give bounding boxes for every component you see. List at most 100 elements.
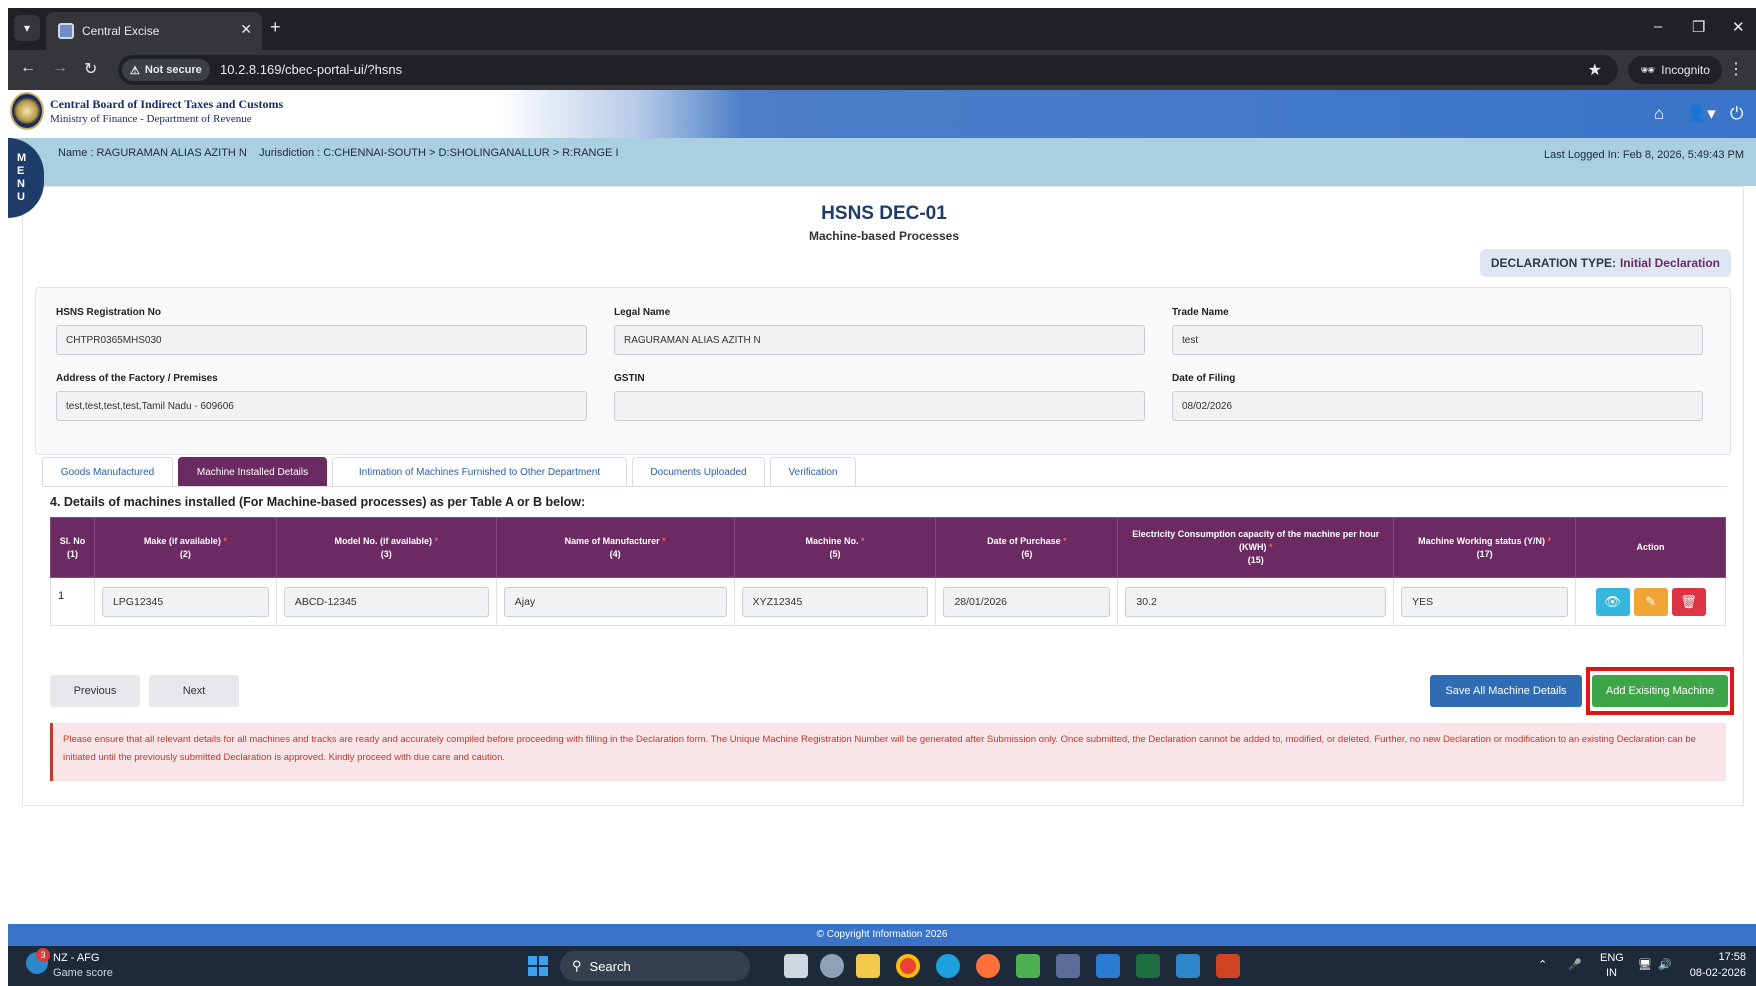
tab-search-icon[interactable]: ▾ <box>14 15 40 41</box>
cell-date-of-purchase: 28/01/2026 <box>935 577 1119 626</box>
col-header-label: Date of Purchase <box>987 535 1061 546</box>
view-eye-icon[interactable]: 👁 <box>1595 587 1630 616</box>
incognito-indicator[interactable]: 🕶 Incognito <box>1628 56 1722 84</box>
notification-badge: 3 <box>36 948 50 962</box>
user-info-bar: Name : RAGURAMAN ALIAS AZITH N Jurisdict… <box>8 138 1756 186</box>
col-header-machine-no: Machine No. * (5) <box>733 517 937 578</box>
tab-documents-uploaded[interactable]: Documents Uploaded <box>632 457 765 487</box>
last-logged-in: Last Logged In: Feb 8, 2026, 5:49:43 PM <box>1544 149 1744 161</box>
window-close-icon[interactable]: ✕ <box>1732 18 1745 36</box>
gstin-label: GSTIN <box>614 373 645 384</box>
col-header-label: Name of Manufacturer <box>564 535 660 546</box>
highlight-box: Add Exisiting Machine <box>1586 667 1734 715</box>
taskbar-time[interactable]: 17:58 <box>1718 951 1746 963</box>
address-field[interactable]: test,test,test,test,Tamil Nadu - 609606 <box>56 391 587 421</box>
col-header-electricity-kwh: Electricity Consumption capacity of the … <box>1117 517 1395 578</box>
firefox-icon[interactable] <box>976 954 1000 978</box>
menu-letter: E <box>17 165 25 177</box>
windows-taskbar: 3 NZ - AFG Game score ⚲ Search ⌃ 🎤 ENG IN… <box>8 946 1756 986</box>
taskbar-search[interactable]: ⚲ Search <box>560 951 750 981</box>
col-header-num: (6) <box>1021 548 1033 559</box>
forward-icon[interactable]: → <box>52 59 68 77</box>
powerpoint-icon[interactable] <box>1216 954 1240 978</box>
delete-trash-icon[interactable]: 🗑 <box>1671 587 1706 616</box>
app-icon-2[interactable] <box>1176 954 1200 978</box>
excel-icon[interactable] <box>1136 954 1160 978</box>
gstin-field[interactable] <box>614 391 1145 421</box>
add-existing-machine-button[interactable]: Add Exisiting Machine <box>1592 675 1728 707</box>
chrome-icon[interactable] <box>896 954 920 978</box>
back-icon[interactable]: ← <box>20 59 36 77</box>
power-logout-icon[interactable]: ⏻ <box>1730 104 1743 124</box>
col-header-date-of-purchase: Date of Purchase * (6) <box>935 517 1119 578</box>
tab-goods-manufactured[interactable]: Goods Manufactured <box>42 457 173 487</box>
notepad-icon[interactable] <box>1096 954 1120 978</box>
chevron-up-icon[interactable]: ⌃ <box>1538 958 1547 971</box>
working-status-input[interactable]: YES <box>1401 586 1569 617</box>
network-icon[interactable]: 🖥 <box>1638 958 1652 971</box>
task-view-icon[interactable] <box>784 954 808 978</box>
org-subtitle: Ministry of Finance - Department of Reve… <box>50 113 252 125</box>
purchase-date-input[interactable]: 28/01/2026 <box>943 586 1111 617</box>
required-mark: * <box>1547 535 1552 546</box>
manufacturer-input[interactable]: Ajay <box>503 586 727 617</box>
widget-title[interactable]: NZ - AFG <box>53 952 99 964</box>
machine-no-input[interactable]: XYZ12345 <box>741 586 929 617</box>
page-subtitle: Machine-based Processes <box>808 229 960 243</box>
table-header-row: Sl. No (1) Make (if available) * (2) Model… <box>50 517 1726 578</box>
col-header-num: (15) <box>1247 555 1264 565</box>
kwh-input[interactable]: 30.2 <box>1125 586 1387 617</box>
sl-no-value: 1 <box>58 589 65 602</box>
reg-no-field[interactable]: CHTPR0365MHS030 <box>56 325 587 355</box>
url-text: 10.2.8.169/cbec-portal-ui/?hsns <box>220 62 403 77</box>
app-icon[interactable] <box>1056 954 1080 978</box>
model-input[interactable]: ABCD-12345 <box>283 586 489 617</box>
save-all-machine-details-button[interactable]: Save All Machine Details <box>1430 675 1582 707</box>
microphone-icon[interactable]: 🎤 <box>1568 958 1582 971</box>
bookmark-star-icon[interactable]: ★ <box>1588 60 1602 80</box>
file-explorer-icon[interactable] <box>856 954 880 978</box>
cell-model: ABCD-12345 <box>275 577 497 626</box>
reload-icon[interactable]: ↻ <box>84 59 97 79</box>
required-mark: * <box>1063 535 1067 546</box>
table-row: 1 LPG12345 ABCD-12345 Ajay XYZ12345 28/0… <box>50 577 1726 626</box>
tab-machine-installed-details[interactable]: Machine Installed Details <box>178 457 327 487</box>
taskbar-date[interactable]: 08-02-2026 <box>1690 967 1746 979</box>
previous-button[interactable]: Previous <box>50 675 140 707</box>
volume-icon[interactable]: 🔊 <box>1658 958 1672 971</box>
new-tab-icon[interactable]: + <box>270 17 281 38</box>
cell-manufacturer: Ajay <box>495 577 735 626</box>
col-header-num: (17) <box>1476 548 1493 559</box>
restore-icon[interactable]: ❐ <box>1692 18 1705 36</box>
home-icon[interactable]: ⌂ <box>1654 104 1664 124</box>
language-eng[interactable]: ENG <box>1600 952 1624 964</box>
url-field[interactable]: ⚠ Not secure 10.2.8.169/cbec-portal-ui/?h… <box>118 55 1618 85</box>
legal-name-field[interactable]: RAGURAMAN ALIAS AZITH N <box>614 325 1145 355</box>
minimize-icon[interactable]: – <box>1654 18 1662 35</box>
media-app-icon[interactable] <box>1016 954 1040 978</box>
col-header-model: Model No. (if available) * (3) <box>275 517 497 578</box>
edit-pencil-icon[interactable]: ✎ <box>1633 587 1668 616</box>
browser-menu-icon[interactable]: ⋮ <box>1728 59 1744 79</box>
cell-make: LPG12345 <box>93 577 277 626</box>
legal-name-label: Legal Name <box>614 307 671 318</box>
browser-tab[interactable]: Central Excise ✕ <box>46 12 262 50</box>
user-menu-icon[interactable]: 👤▾ <box>1686 104 1716 124</box>
address-label: Address of the Factory / Premises <box>56 373 218 384</box>
tab-intimation-of-machines[interactable]: Intimation of Machines Furnished to Othe… <box>332 457 627 487</box>
settings-gear-icon[interactable] <box>820 954 844 978</box>
windows-start-icon[interactable] <box>528 956 548 976</box>
close-tab-icon[interactable]: ✕ <box>240 21 252 38</box>
next-button[interactable]: Next <box>149 675 239 707</box>
col-header-label: Electricity Consumption capacity of the … <box>1132 529 1380 552</box>
tab-verification[interactable]: Verification <box>770 457 856 487</box>
trade-name-field[interactable]: test <box>1172 325 1703 355</box>
not-secure-badge[interactable]: ⚠ Not secure <box>122 59 210 81</box>
cbic-emblem-logo <box>10 92 44 130</box>
portal-footer: © Copyright Information 2026 <box>8 924 1756 946</box>
date-of-filing-field[interactable]: 08/02/2026 <box>1172 391 1703 421</box>
edge-icon[interactable] <box>936 954 960 978</box>
page-title: HSNS DEC-01 <box>821 203 947 224</box>
make-input[interactable]: LPG12345 <box>101 586 269 617</box>
cell-machine-no: XYZ12345 <box>733 577 937 626</box>
